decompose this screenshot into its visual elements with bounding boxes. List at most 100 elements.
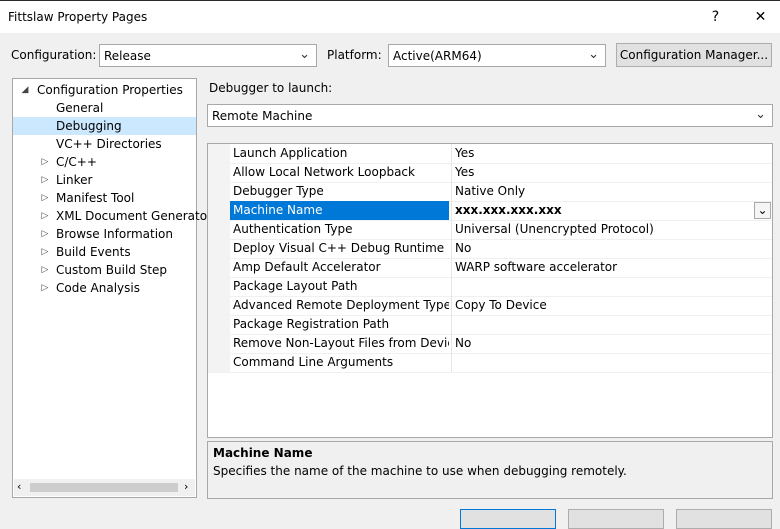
scrollbar-thumb[interactable] bbox=[30, 483, 178, 492]
property-row[interactable]: Package Registration Path bbox=[208, 315, 772, 335]
property-name: Amp Default Accelerator bbox=[233, 260, 381, 274]
collapsed-arrow-icon[interactable]: ▷ bbox=[39, 243, 51, 261]
platform-label: Platform: bbox=[327, 48, 382, 62]
row-gutter bbox=[208, 334, 230, 353]
debugger-to-launch-label: Debugger to launch: bbox=[209, 81, 333, 95]
collapsed-arrow-icon[interactable]: ▷ bbox=[39, 261, 51, 279]
property-value[interactable] bbox=[451, 277, 772, 296]
chevron-down-icon: ⌄ bbox=[755, 107, 766, 122]
property-row-selected[interactable]: Machine Name xxx.xxx.xxx.xxx ⌄ bbox=[208, 201, 772, 221]
property-row[interactable]: Advanced Remote Deployment Type Copy To … bbox=[208, 296, 772, 316]
collapsed-arrow-icon[interactable]: ▷ bbox=[39, 279, 51, 297]
collapsed-arrow-icon[interactable]: ▷ bbox=[39, 225, 51, 243]
property-name: Machine Name bbox=[230, 201, 449, 220]
property-row[interactable]: Command Line Arguments bbox=[208, 353, 772, 373]
collapsed-arrow-icon[interactable]: ▷ bbox=[39, 189, 51, 207]
apply-button[interactable] bbox=[676, 509, 772, 529]
property-value[interactable]: Native Only bbox=[451, 182, 772, 201]
machine-name-input[interactable]: xxx.xxx.xxx.xxx bbox=[451, 201, 772, 220]
scroll-left-icon[interactable]: ‹ bbox=[17, 480, 21, 493]
tree-item-label: XML Document Generator bbox=[56, 209, 212, 223]
help-button[interactable]: ? bbox=[693, 1, 738, 33]
property-value[interactable] bbox=[451, 315, 772, 334]
configuration-label: Configuration: bbox=[11, 48, 97, 62]
property-name: Command Line Arguments bbox=[233, 355, 394, 369]
property-value[interactable]: Yes bbox=[451, 144, 772, 163]
tree-item-custom-build-step[interactable]: ▷ Custom Build Step bbox=[13, 261, 196, 279]
chevron-down-icon[interactable]: ⌄ bbox=[754, 202, 771, 219]
property-row[interactable]: Amp Default Accelerator WARP software ac… bbox=[208, 258, 772, 278]
property-name: Allow Local Network Loopback bbox=[233, 165, 415, 179]
property-tree[interactable]: ◢ Configuration Properties General Debug… bbox=[12, 78, 212, 498]
tree-item-label: Linker bbox=[56, 173, 93, 187]
row-gutter bbox=[208, 201, 230, 220]
row-gutter bbox=[208, 258, 230, 277]
collapsed-arrow-icon[interactable]: ▷ bbox=[39, 171, 51, 189]
collapsed-arrow-icon[interactable]: ▷ bbox=[39, 153, 51, 171]
scroll-right-icon[interactable]: › bbox=[184, 480, 188, 493]
tree-item-c-cpp[interactable]: ▷ C/C++ bbox=[13, 153, 196, 171]
tree-item-manifest-tool[interactable]: ▷ Manifest Tool bbox=[13, 189, 196, 207]
row-gutter bbox=[208, 239, 230, 258]
cancel-button[interactable] bbox=[568, 509, 664, 529]
collapsed-arrow-icon[interactable]: ▷ bbox=[39, 207, 51, 225]
property-row[interactable]: Allow Local Network Loopback Yes bbox=[208, 163, 772, 183]
property-value[interactable]: Universal (Unencrypted Protocol) bbox=[451, 220, 772, 239]
property-value[interactable]: No bbox=[451, 334, 772, 353]
debugger-select[interactable]: Remote Machine ⌄ bbox=[207, 104, 773, 127]
tree-item-general[interactable]: General bbox=[56, 99, 103, 117]
configuration-select[interactable]: Release ⌄ bbox=[99, 44, 317, 67]
tree-item-label: Debugging bbox=[56, 119, 122, 133]
tree-item-label: Manifest Tool bbox=[56, 191, 135, 205]
row-gutter bbox=[208, 353, 230, 372]
row-gutter bbox=[208, 144, 230, 163]
property-value[interactable]: WARP software accelerator bbox=[451, 258, 772, 277]
property-name: Package Registration Path bbox=[233, 317, 390, 331]
property-name: Advanced Remote Deployment Type bbox=[233, 298, 449, 312]
horizontal-scrollbar[interactable]: ‹ › bbox=[14, 479, 195, 496]
tree-item-debugging[interactable]: Debugging bbox=[13, 117, 196, 135]
tree-item-build-events[interactable]: ▷ Build Events bbox=[13, 243, 196, 261]
tree-root[interactable]: ◢ Configuration Properties bbox=[13, 81, 196, 99]
property-row[interactable]: Package Layout Path bbox=[208, 277, 772, 297]
description-panel: Machine Name Specifies the name of the m… bbox=[207, 441, 773, 499]
close-button[interactable]: ✕ bbox=[738, 1, 780, 33]
window-title: Fittslaw Property Pages bbox=[8, 10, 148, 24]
ok-button[interactable] bbox=[460, 509, 556, 529]
property-value[interactable]: No bbox=[451, 239, 772, 258]
configuration-manager-button[interactable]: Configuration Manager... bbox=[616, 43, 772, 67]
property-row[interactable]: Debugger Type Native Only bbox=[208, 182, 772, 202]
tree-root-label: Configuration Properties bbox=[37, 83, 183, 97]
property-grid[interactable]: Launch Application Yes Allow Local Netwo… bbox=[207, 143, 773, 438]
property-row[interactable]: Launch Application Yes bbox=[208, 144, 772, 164]
property-name: Remove Non-Layout Files from Device bbox=[233, 336, 449, 350]
property-value[interactable] bbox=[451, 353, 772, 372]
row-gutter bbox=[208, 220, 230, 239]
property-value[interactable]: Yes bbox=[451, 163, 772, 182]
title-bar: Fittslaw Property Pages ? ✕ bbox=[0, 0, 780, 33]
tree-item-code-analysis[interactable]: ▷ Code Analysis bbox=[13, 279, 196, 297]
tree-item-linker[interactable]: ▷ Linker bbox=[13, 171, 196, 189]
property-name: Package Layout Path bbox=[233, 279, 358, 293]
row-gutter bbox=[208, 315, 230, 334]
property-name: Authentication Type bbox=[233, 222, 353, 236]
row-gutter bbox=[208, 296, 230, 315]
property-row[interactable]: Authentication Type Universal (Unencrypt… bbox=[208, 220, 772, 240]
property-name: Debugger Type bbox=[233, 184, 324, 198]
row-gutter bbox=[208, 182, 230, 201]
expanded-arrow-icon[interactable]: ◢ bbox=[19, 81, 31, 99]
property-name: Launch Application bbox=[233, 146, 348, 160]
property-row[interactable]: Remove Non-Layout Files from Device No bbox=[208, 334, 772, 354]
platform-select[interactable]: Active(ARM64) ⌄ bbox=[388, 44, 606, 67]
tree-item-vc-directories[interactable]: VC++ Directories bbox=[56, 135, 162, 153]
chevron-down-icon: ⌄ bbox=[588, 47, 599, 62]
row-gutter bbox=[208, 163, 230, 182]
property-row[interactable]: Deploy Visual C++ Debug Runtime Librari … bbox=[208, 239, 772, 259]
tree-item-browse-information[interactable]: ▷ Browse Information bbox=[13, 225, 196, 243]
tree-item-label: Browse Information bbox=[56, 227, 173, 241]
property-name: Deploy Visual C++ Debug Runtime Librari bbox=[233, 241, 449, 255]
chevron-down-icon: ⌄ bbox=[299, 47, 310, 62]
tree-item-xml-document-generator[interactable]: ▷ XML Document Generator bbox=[13, 207, 212, 225]
property-value[interactable]: Copy To Device bbox=[451, 296, 772, 315]
platform-value: Active(ARM64) bbox=[393, 49, 482, 63]
